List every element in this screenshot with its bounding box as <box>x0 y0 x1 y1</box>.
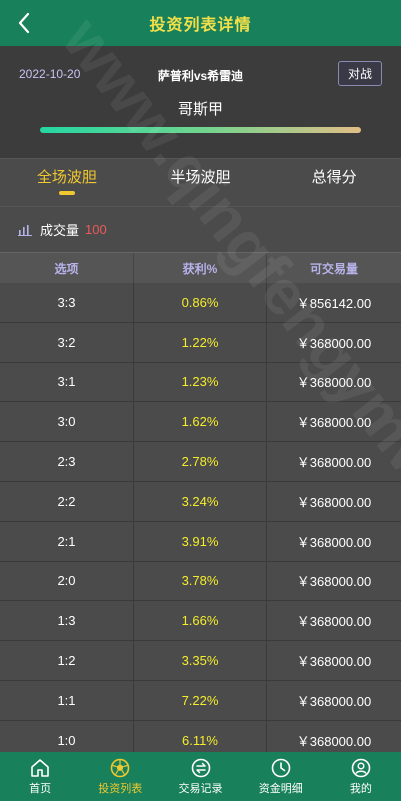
cell-option: 2:1 <box>0 521 134 561</box>
nav-transaction-records[interactable]: 交易记录 <box>160 752 240 801</box>
cell-profit: 1.62% <box>134 402 267 442</box>
cell-amount: ￥368000.00 <box>296 375 372 391</box>
cell-profit: 3.91% <box>134 521 267 561</box>
table-body: 3:3 0.86% ￥856142.00 3:2 1.22% ￥368000.00 3:1 1… <box>0 283 401 761</box>
cell-option: 3:2 <box>0 322 134 362</box>
odds-table: 选项 获利% 可交易量 3:3 0.86% ￥856142.00 3:2 1.22% ￥3… <box>0 252 401 761</box>
football-icon <box>109 757 131 779</box>
user-icon <box>350 757 372 779</box>
table-row[interactable]: 2:0 3.78% ￥368000.00 <box>0 561 401 602</box>
cell-profit: 2.78% <box>134 442 267 481</box>
cell-profit: 0.86% <box>134 283 267 322</box>
table-row[interactable]: 2:1 3.91% ￥368000.00 <box>0 521 401 562</box>
cell-option: 2:0 <box>0 561 134 601</box>
cell-option: 3:0 <box>0 402 134 442</box>
cell-profit: 7.22% <box>134 680 267 720</box>
table-header: 选项 获利% 可交易量 <box>0 252 401 283</box>
nav-label: 我的 <box>349 783 372 795</box>
nav-profile[interactable]: 我的 <box>321 752 401 801</box>
bar-chart-icon <box>18 224 32 236</box>
tab-bar: 全场波胆 半场波胆 总得分 <box>0 159 401 205</box>
volume-label: 成交量 <box>40 223 80 238</box>
cell-option: 1:1 <box>0 680 134 720</box>
nav-label: 投资列表 <box>98 783 143 795</box>
table-row[interactable]: 3:1 1.23% ￥368000.00 <box>0 362 401 403</box>
clock-icon <box>270 757 292 779</box>
cell-option: 1:3 <box>0 601 134 641</box>
nav-investment-list[interactable]: 投资列表 <box>80 752 160 801</box>
table-row[interactable]: 1:2 3.35% ￥368000.00 <box>0 641 401 681</box>
table-row[interactable]: 1:1 7.22% ￥368000.00 <box>0 680 401 721</box>
chevron-left-icon <box>18 12 30 34</box>
column-header-profit: 获利% <box>134 253 267 283</box>
cell-amount: ￥368000.00 <box>296 614 372 630</box>
table-row[interactable]: 3:0 1.62% ￥368000.00 <box>0 402 401 443</box>
tab-total-score[interactable]: 总得分 <box>267 159 401 205</box>
cell-amount: ￥368000.00 <box>296 574 372 590</box>
cell-amount: ￥368000.00 <box>296 693 372 709</box>
match-progress-bar <box>40 127 361 133</box>
match-date: 2022-10-20 <box>19 67 81 81</box>
volume-summary: 成交量 100 <box>0 206 401 252</box>
cell-amount: ￥368000.00 <box>296 534 372 550</box>
table-row[interactable]: 2:2 3.24% ￥368000.00 <box>0 481 401 522</box>
table-row[interactable]: 2:3 2.78% ￥368000.00 <box>0 442 401 482</box>
cell-option: 3:3 <box>0 283 134 322</box>
home-icon <box>29 757 51 779</box>
volume-value: 100 <box>85 222 107 237</box>
top-bar: 投资列表详情 <box>0 0 401 46</box>
column-header-option: 选项 <box>0 253 134 283</box>
tab-full-time[interactable]: 全场波胆 <box>0 159 134 205</box>
table-row[interactable]: 3:3 0.86% ￥856142.00 <box>0 283 401 323</box>
match-card: 萨普利vs希雷迪 2022-10-20 对战 哥斯甲 <box>0 46 401 159</box>
column-header-amount: 可交易量 <box>309 261 358 276</box>
cell-amount: ￥368000.00 <box>296 335 372 351</box>
cell-profit: 3.35% <box>134 641 267 680</box>
nav-label: 首页 <box>29 783 52 795</box>
bottom-nav: 首页 投资列表 交易记录 资金明细 我的 <box>0 752 401 801</box>
tab-label: 全场波胆 <box>36 169 97 186</box>
nav-fund-details[interactable]: 资金明细 <box>241 752 321 801</box>
cell-amount: ￥856142.00 <box>296 295 372 311</box>
cell-option: 3:1 <box>0 362 134 402</box>
table-row[interactable]: 1:3 1.66% ￥368000.00 <box>0 601 401 642</box>
cell-option: 2:2 <box>0 481 134 521</box>
back-button[interactable] <box>10 9 38 37</box>
exchange-icon <box>190 757 212 779</box>
tab-label: 总得分 <box>311 169 357 186</box>
cell-option: 2:3 <box>0 442 134 481</box>
table-row[interactable]: 3:2 1.22% ￥368000.00 <box>0 322 401 363</box>
tab-label: 半场波胆 <box>170 169 231 186</box>
nav-label: 资金明细 <box>258 783 303 795</box>
cell-option: 1:2 <box>0 641 134 680</box>
page-title: 投资列表详情 <box>149 17 252 34</box>
cell-amount: ￥368000.00 <box>296 654 372 670</box>
cell-profit: 1.66% <box>134 601 267 641</box>
cell-profit: 3.78% <box>134 561 267 601</box>
match-versus-button[interactable]: 对战 <box>338 61 382 86</box>
tab-half-time[interactable]: 半场波胆 <box>134 159 268 205</box>
cell-amount: ￥368000.00 <box>296 455 372 471</box>
cell-amount: ￥368000.00 <box>296 494 372 510</box>
cell-amount: ￥368000.00 <box>296 415 372 431</box>
cell-profit: 1.22% <box>134 322 267 362</box>
match-league: 哥斯甲 <box>177 101 223 118</box>
nav-home[interactable]: 首页 <box>0 752 80 801</box>
nav-label: 交易记录 <box>178 783 223 795</box>
cell-profit: 1.23% <box>134 362 267 402</box>
cell-profit: 3.24% <box>134 481 267 521</box>
tab-active-indicator <box>58 191 75 195</box>
